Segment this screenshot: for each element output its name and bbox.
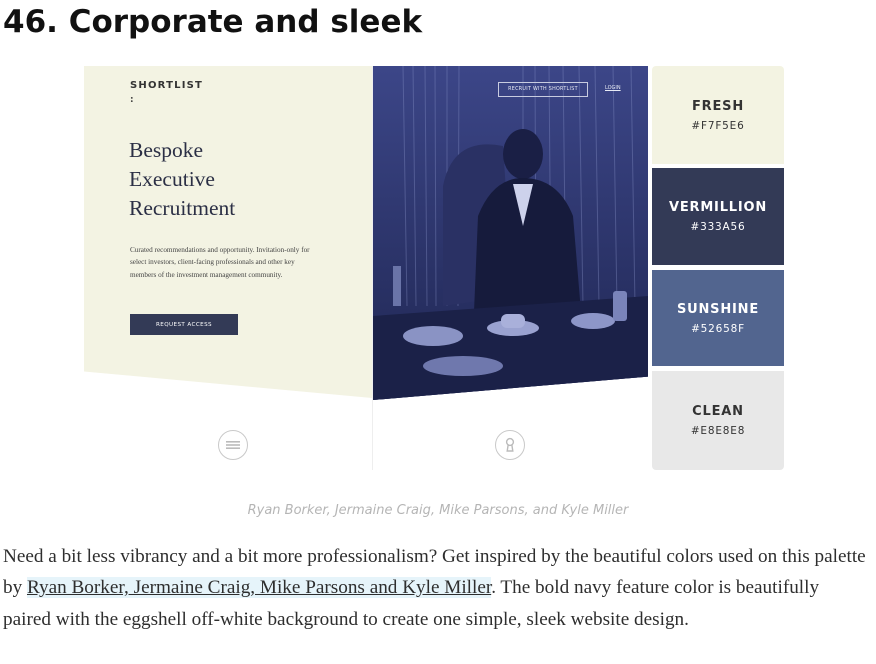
swatch-name: VERMILLION	[668, 200, 768, 215]
swatch-hex: #333A56	[690, 221, 746, 233]
swatch-name: CLEAN	[692, 404, 744, 419]
headline-line-3: Recruitment	[129, 196, 236, 220]
login-link: LOGIN	[605, 85, 621, 91]
article-heading: 46. Corporate and sleek	[3, 4, 423, 40]
palette-figure: SHORTLIST : Bespoke Executive Recruitmen…	[84, 66, 784, 470]
mockup-hero-photo: RECRUIT WITH SHORTLIST LOGIN	[373, 66, 648, 400]
designers-link[interactable]: Ryan Borker, Jermaine Craig, Mike Parson…	[26, 577, 492, 599]
mockup-brand: SHORTLIST	[130, 80, 204, 91]
swatch-vermillion: VERMILLION #333A56	[652, 168, 784, 265]
mockup-blurb: Curated recommendations and opportunity.…	[130, 246, 310, 279]
request-access-button: REQUEST ACCESS	[130, 314, 238, 335]
mockup-brand-colon: :	[130, 93, 134, 105]
keyhole-icon	[495, 430, 525, 460]
page-divider	[372, 66, 373, 470]
swatch-name: SUNSHINE	[676, 301, 760, 317]
cream-panel	[84, 66, 372, 398]
recruit-nav-button: RECRUIT WITH SHORTLIST	[498, 82, 588, 97]
headline-line-1: Bespoke	[129, 138, 204, 162]
swatch-name: FRESH	[691, 98, 744, 114]
swatch-hex: #E8E8E8	[690, 425, 746, 437]
swatch-sunshine: SUNSHINE #52658F	[652, 270, 784, 366]
swatch-fresh: FRESH #F7F5E6	[652, 66, 784, 164]
image-caption: Ryan Borker, Jermaine Craig, Mike Parson…	[247, 503, 629, 518]
swatch-hex: #52658F	[691, 322, 745, 335]
mockup-left-page: SHORTLIST : Bespoke Executive Recruitmen…	[84, 66, 372, 470]
swatch-clean: CLEAN #E8E8E8	[652, 371, 784, 470]
headline-line-2: Executive	[129, 167, 215, 191]
menu-icon	[218, 430, 248, 460]
article-paragraph: Need a bit less vibrancy and a bit more …	[3, 541, 871, 635]
mockup-headline: Bespoke Executive Recruitment	[129, 136, 309, 223]
swatch-hex: #F7F5E6	[691, 119, 745, 132]
